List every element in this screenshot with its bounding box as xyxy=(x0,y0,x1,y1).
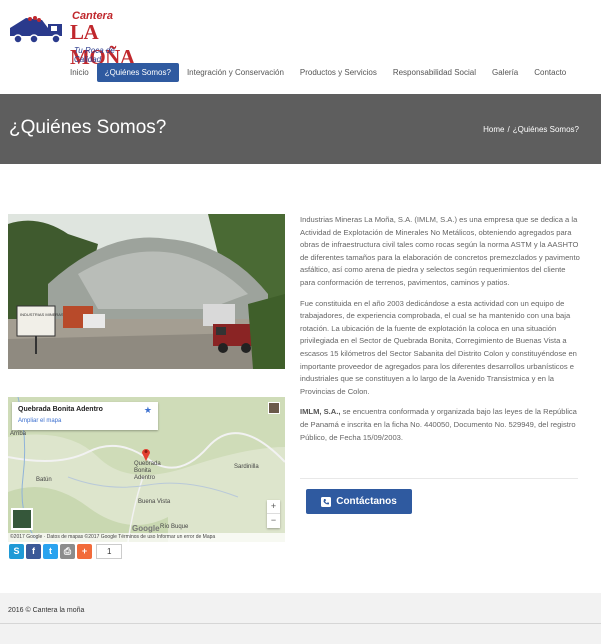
star-icon[interactable]: ★ xyxy=(144,405,152,416)
map-zoom-out-button[interactable]: − xyxy=(267,514,280,527)
about-paragraph-2: Fue constituida en el año 2003 dedicándo… xyxy=(300,298,577,396)
breadcrumb-home-link[interactable]: Home xyxy=(483,125,504,134)
truck-icon xyxy=(10,16,62,44)
skype-icon[interactable]: S xyxy=(9,544,24,559)
footer-divider xyxy=(0,623,601,624)
share-count: 1 xyxy=(96,544,122,559)
map-label-batun: Batún xyxy=(36,477,52,483)
location-map[interactable]: Quebrada Bonita Adentro Ampliar el mapa … xyxy=(8,397,285,542)
nav-item-responsabilidad[interactable]: Responsabilidad Social xyxy=(385,63,484,82)
map-info-card: Quebrada Bonita Adentro Ampliar el mapa … xyxy=(12,402,158,430)
about-paragraph-3-text: se encuentra conformada y organizada baj… xyxy=(300,407,577,442)
site-footer: 2016 © Cantera la moña xyxy=(0,593,601,644)
nav-item-contacto[interactable]: Contacto xyxy=(526,63,574,82)
copyright-text: 2016 © Cantera la moña xyxy=(8,607,85,614)
map-place-title: Quebrada Bonita Adentro xyxy=(18,406,103,413)
map-enlarge-link[interactable]: Ampliar el mapa xyxy=(18,418,61,424)
breadcrumb-separator: / xyxy=(507,125,510,134)
quarry-photo: INDUSTRIAS MINERAS LA MOÑA xyxy=(8,214,285,369)
map-label-pin: Quebrada Bonita Adentro xyxy=(134,461,161,481)
nav-item-integracion[interactable]: Integración y Conservación xyxy=(179,63,292,82)
main-nav: Inicio ¿Quiénes Somos? Integración y Con… xyxy=(62,63,574,82)
print-icon[interactable]: ⎙ xyxy=(60,544,75,559)
map-label-rio-buque: Río Buque xyxy=(160,524,189,530)
breadcrumb: Home / ¿Quiénes Somos? xyxy=(483,125,579,134)
nav-item-quienes-somos[interactable]: ¿Quiénes Somos? xyxy=(96,63,179,82)
contact-button[interactable]: Contáctanos xyxy=(306,489,412,514)
map-label-arriba: Arriba xyxy=(10,431,27,437)
divider xyxy=(300,478,578,479)
plus-icon[interactable]: + xyxy=(77,544,92,559)
facebook-icon[interactable]: f xyxy=(26,544,41,559)
about-paragraph-3: IMLM, S.A., se encuentra conformada y or… xyxy=(300,406,580,444)
site-header: Cantera LA MOÑA Tu Roca de Calidad Inici… xyxy=(0,0,601,94)
page-banner: ¿Quiénes Somos? Home / ¿Quiénes Somos? xyxy=(0,94,601,164)
phone-icon xyxy=(321,496,332,507)
breadcrumb-current: ¿Quiénes Somos? xyxy=(512,125,579,134)
map-user-icon[interactable] xyxy=(268,402,280,414)
site-logo[interactable]: Cantera LA MOÑA Tu Roca de Calidad xyxy=(8,8,138,69)
map-label-sardinilla: Sardinilla xyxy=(234,464,259,470)
nav-item-galeria[interactable]: Galería xyxy=(484,63,526,82)
about-paragraph-1: Industrias Mineras La Moña, S.A. (IMLM, … xyxy=(300,215,580,287)
map-satellite-toggle[interactable] xyxy=(11,508,33,530)
nav-item-inicio[interactable]: Inicio xyxy=(62,63,97,82)
map-pin-icon[interactable] xyxy=(141,447,151,461)
page-title: ¿Quiénes Somos? xyxy=(9,117,167,138)
twitter-icon[interactable]: t xyxy=(43,544,58,559)
nav-item-productos[interactable]: Productos y Servicios xyxy=(292,63,385,82)
share-bar: S f t ⎙ + 1 xyxy=(9,544,122,559)
map-label-buena-vista: Buena Vista xyxy=(138,499,171,505)
map-zoom-in-button[interactable]: + xyxy=(267,500,280,514)
about-text: Industrias Mineras La Moña, S.A. (IMLM, … xyxy=(300,214,580,452)
contact-button-label: Contáctanos xyxy=(336,496,397,507)
map-zoom-control: + − xyxy=(267,500,280,528)
map-attribution: ©2017 Google · Datos de mapas ©2017 Goog… xyxy=(8,533,285,542)
company-name-bold: IMLM, S.A., xyxy=(300,407,341,417)
google-logo: Google xyxy=(132,524,160,533)
logo-tagline: Tu Roca de Calidad xyxy=(74,46,115,64)
